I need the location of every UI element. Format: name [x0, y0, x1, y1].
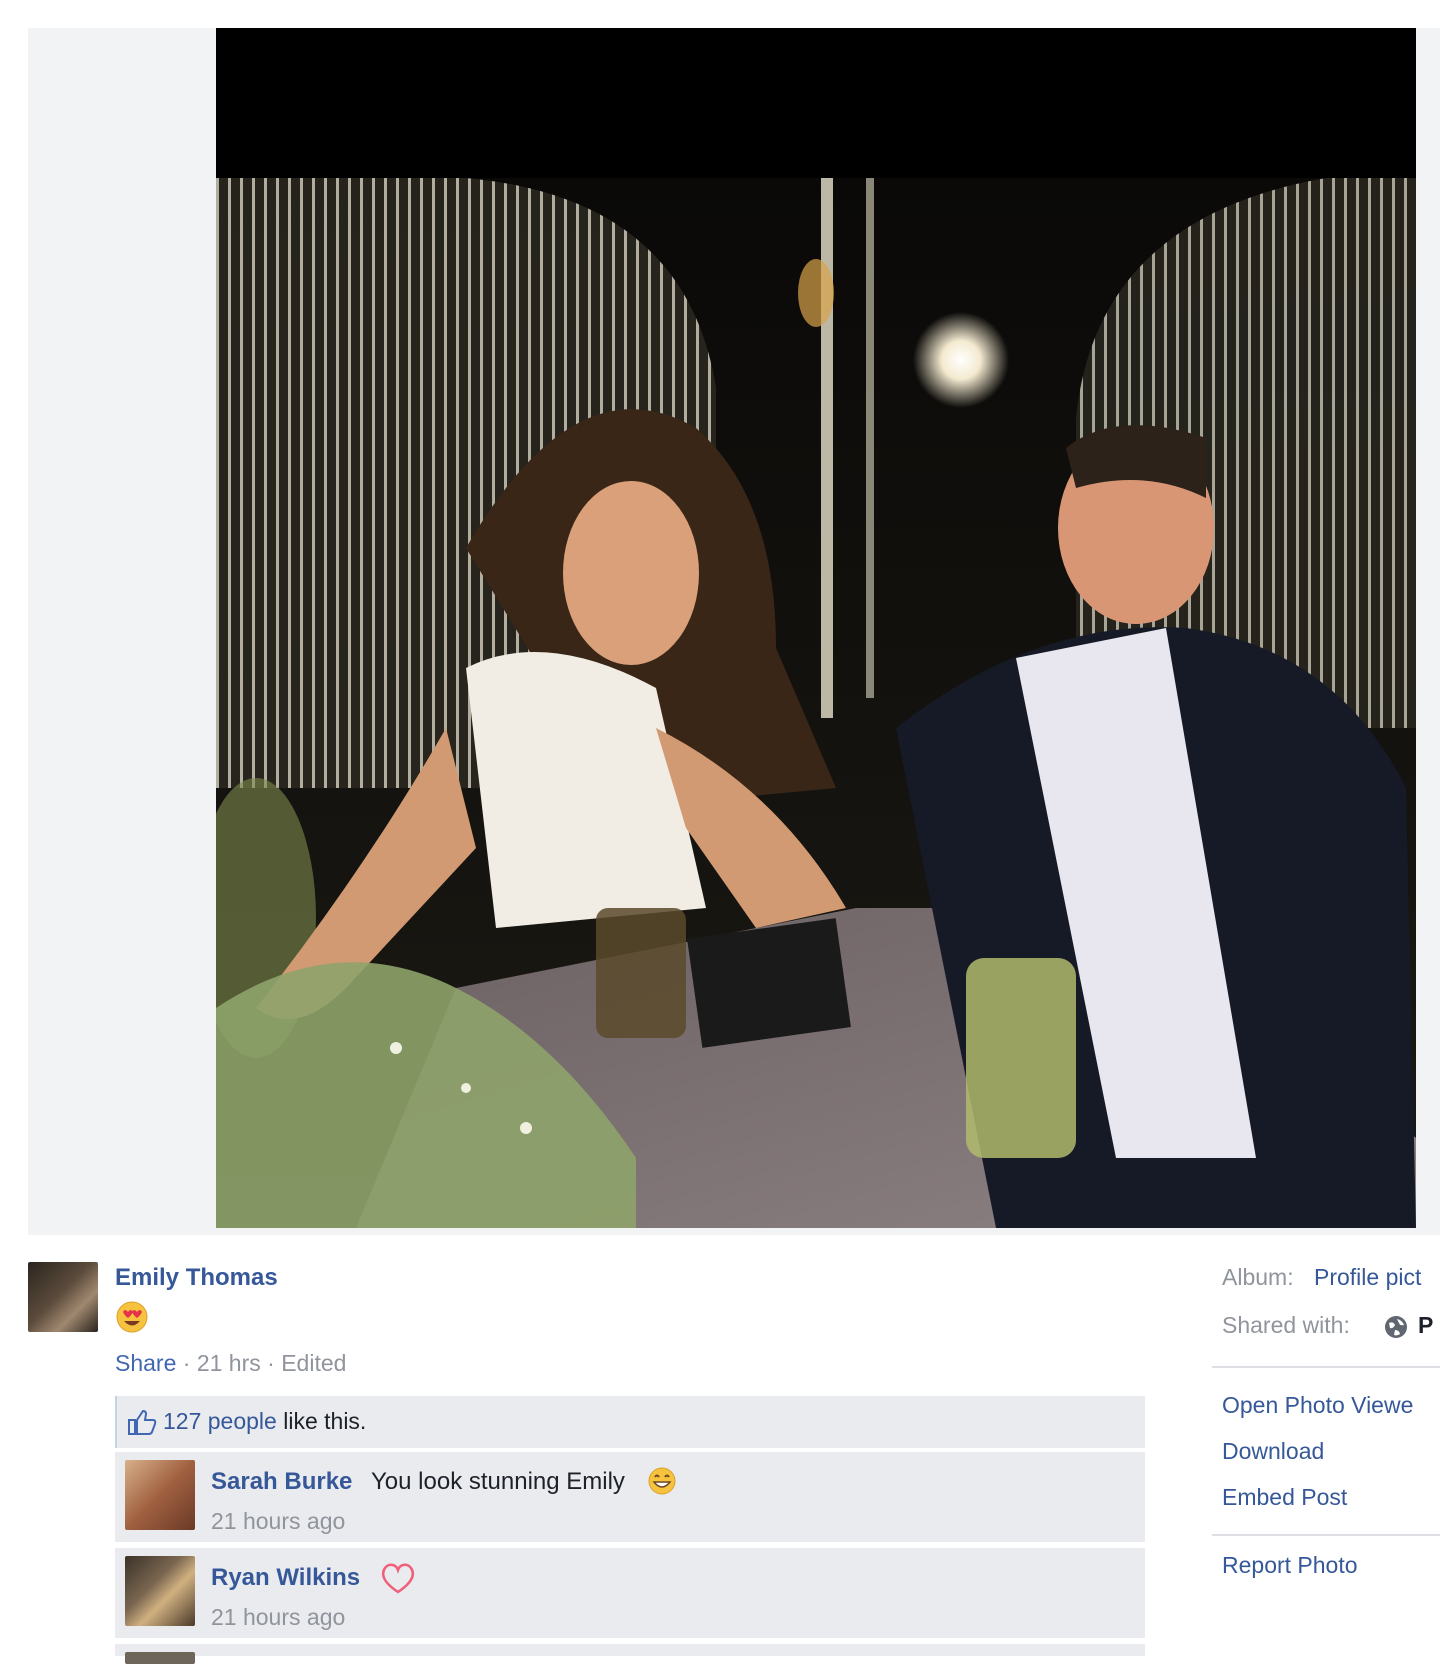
- meta-separator: ·: [267, 1350, 282, 1376]
- report-photo-link[interactable]: Report Photo: [1222, 1552, 1358, 1579]
- heart-eyes-emoji-icon: [116, 1301, 148, 1333]
- comment-text: You look stunning Emily: [371, 1468, 625, 1495]
- commenter-name-link[interactable]: Sarah Burke: [211, 1468, 352, 1496]
- meta-separator: ·: [182, 1350, 197, 1376]
- globe-icon: [1385, 1316, 1407, 1338]
- share-link[interactable]: Share: [115, 1350, 176, 1376]
- author-name-link[interactable]: Emily Thomas: [115, 1264, 278, 1292]
- heart-icon: [381, 1563, 415, 1594]
- album-label: Album:: [1222, 1264, 1294, 1290]
- comment-item: Sarah Burke You look stunning Emily 21 h…: [115, 1452, 1145, 1542]
- edited-label[interactable]: Edited: [281, 1350, 346, 1376]
- comment-item: Ryan Wilkins 21 hours ago: [115, 1548, 1145, 1638]
- likes-count-link[interactable]: 127 people: [163, 1408, 277, 1434]
- likes-suffix: like this.: [283, 1408, 367, 1434]
- download-link[interactable]: Download: [1222, 1438, 1324, 1465]
- commenter-avatar[interactable]: [125, 1460, 195, 1530]
- sidebar-divider: [1212, 1366, 1440, 1368]
- album-link[interactable]: Profile pict: [1314, 1264, 1421, 1291]
- embed-post-link[interactable]: Embed Post: [1222, 1484, 1347, 1511]
- thumbs-up-icon: [128, 1409, 157, 1435]
- post-meta: Share · 21 hrs · Edited: [115, 1350, 346, 1377]
- comment-item-partial: [115, 1644, 1145, 1664]
- privacy-value[interactable]: P: [1418, 1312, 1433, 1339]
- comment-time[interactable]: 21 hours ago: [211, 1508, 345, 1535]
- shared-with-label: Shared with:: [1222, 1312, 1350, 1338]
- comment-time[interactable]: 21 hours ago: [211, 1604, 345, 1631]
- commenter-avatar[interactable]: [125, 1652, 195, 1664]
- likes-summary: 127 people like this.: [115, 1396, 1145, 1448]
- post-time[interactable]: 21 hrs: [197, 1350, 261, 1376]
- grin-emoji-icon: [648, 1467, 676, 1495]
- commenter-name-link[interactable]: Ryan Wilkins: [211, 1564, 360, 1592]
- commenter-avatar[interactable]: [125, 1556, 195, 1626]
- author-avatar[interactable]: [28, 1262, 98, 1332]
- previous-content-cutoff: [0, 0, 1440, 14]
- post-photo[interactable]: [216, 28, 1416, 1228]
- sidebar-divider: [1212, 1534, 1440, 1536]
- open-photo-viewer-link[interactable]: Open Photo Viewe: [1222, 1392, 1413, 1419]
- post-photo-image: [216, 28, 1416, 1228]
